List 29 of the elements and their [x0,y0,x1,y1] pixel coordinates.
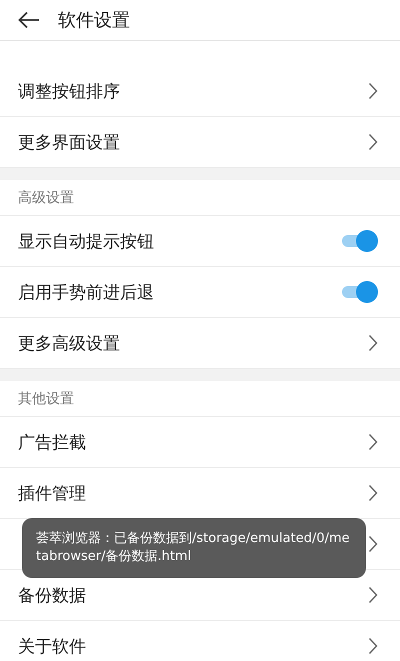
back-icon[interactable] [18,11,40,29]
row-label: 显示自动提示按钮 [18,230,154,252]
chevron-icon [368,535,378,553]
settings-row[interactable]: 调整按钮排序 [0,66,400,117]
chevron-icon [368,433,378,451]
settings-row[interactable]: 广告拦截 [0,417,400,468]
chevron-icon [368,484,378,502]
chevron-icon [368,637,378,655]
row-label: 启用手势前进后退 [18,282,154,304]
settings-row[interactable]: 关于软件 [0,621,400,661]
row-label: 更多界面设置 [18,132,120,154]
section-header: 其他设置 [18,390,74,408]
section-header: 高级设置 [18,188,74,206]
row-label: 调整按钮排序 [18,80,120,102]
row-label: 关于软件 [18,636,86,658]
row-label: 广告拦截 [18,432,86,454]
toggle-switch[interactable] [342,230,378,252]
chevron-icon [368,334,378,352]
chevron-icon [368,586,378,604]
chevron-icon [368,82,378,100]
settings-row[interactable]: 显示自动提示按钮 [0,216,400,267]
row-label: 更多高级设置 [18,332,120,354]
row-label: 备份数据 [18,584,86,606]
settings-row[interactable]: 启用手势前进后退 [0,267,400,318]
row-label: 插件管理 [18,482,86,504]
chevron-icon [368,133,378,151]
backup-toast: 荟萃浏览器：已备份数据到/storage/emulated/0/metabrowser/备份数据.html [22,518,366,578]
toggle-switch[interactable] [342,281,378,303]
screen-title: 软件设置 [58,9,130,32]
